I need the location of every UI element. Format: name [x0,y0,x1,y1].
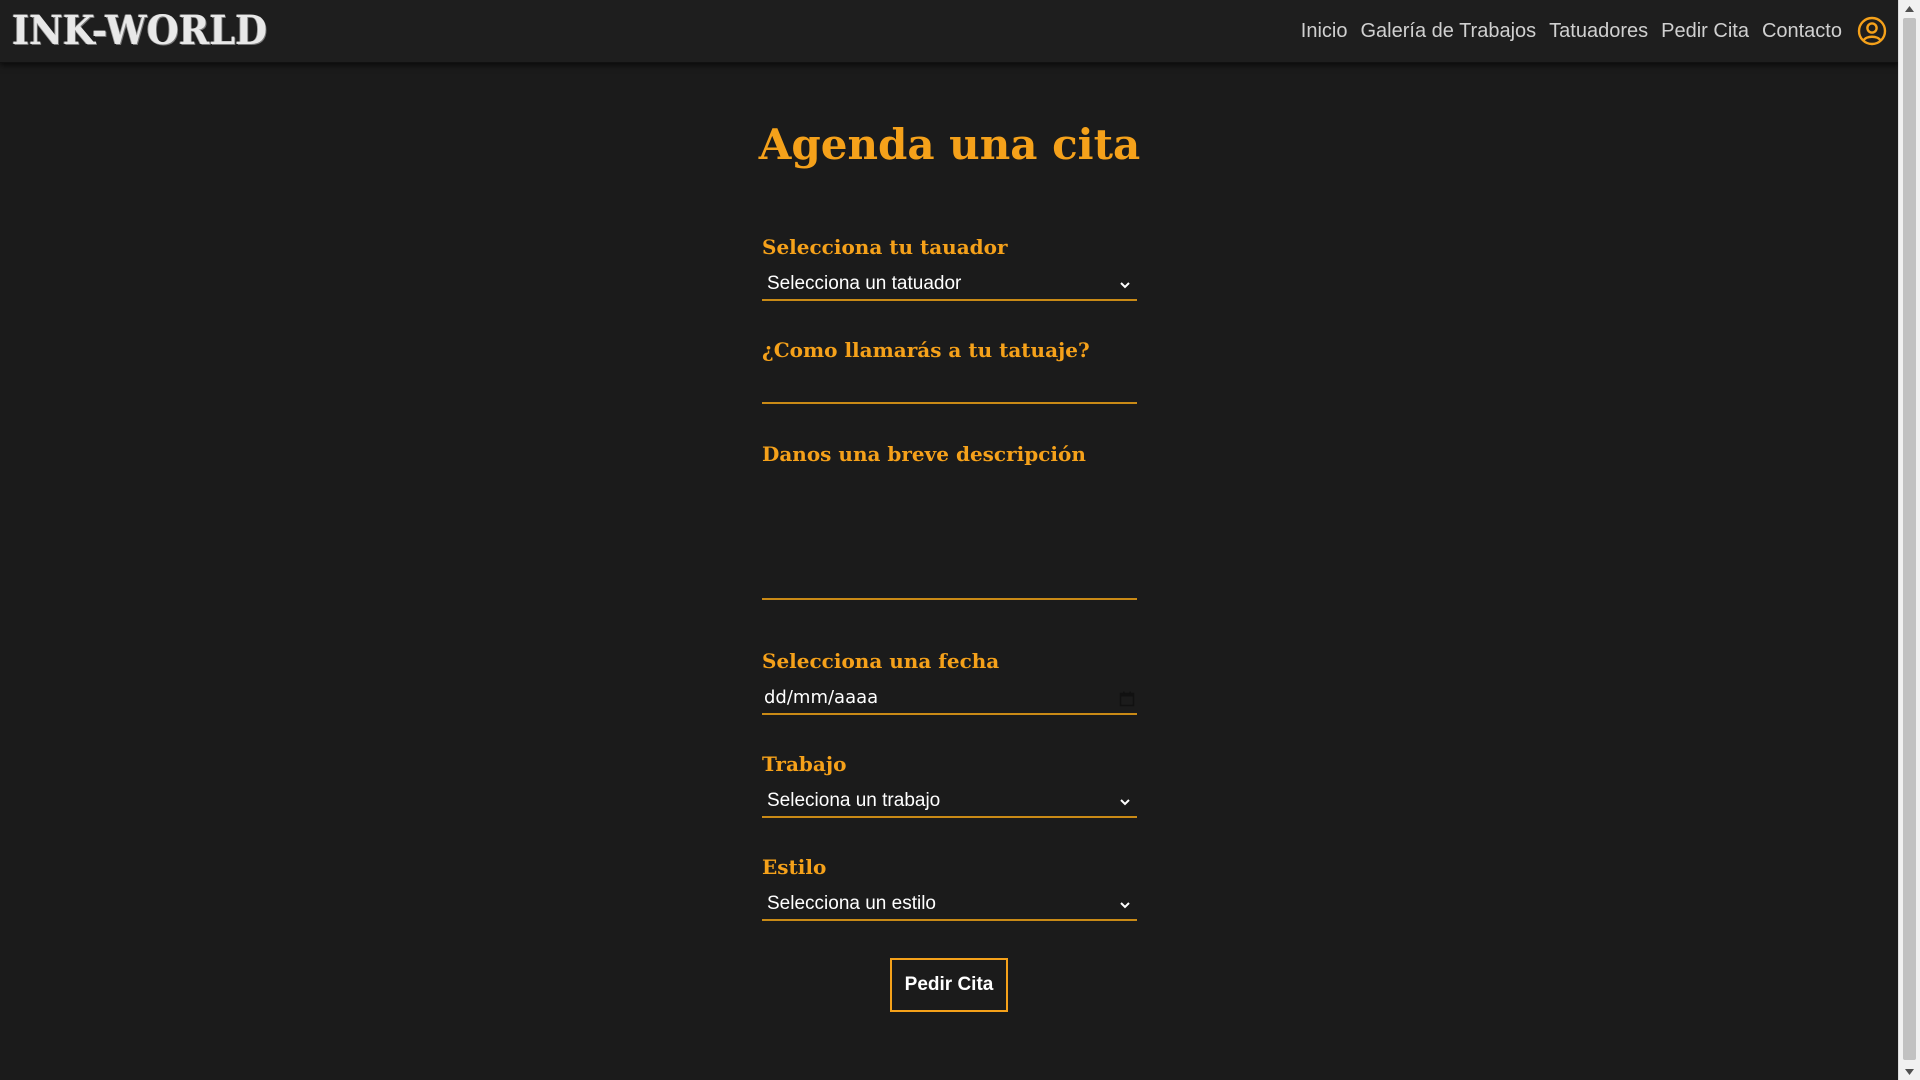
style-select[interactable]: Selecciona un estilo [762,890,1137,921]
tattooist-select-value: Selecciona un tatuador [767,273,962,294]
job-select[interactable]: Seleciona un trabajo [762,787,1137,818]
page: INK-WORLD Inicio Galería de Trabajos Tat… [0,0,1920,1080]
nav-link-pedir-cita[interactable]: Pedir Cita [1661,20,1749,43]
navbar: INK-WORLD Inicio Galería de Trabajos Tat… [0,0,1899,63]
description-label: Danos una breve descripción [762,442,1086,466]
style-select-value: Selecciona un estilo [767,893,936,914]
chevron-down-icon [1120,902,1130,909]
nav-links: Inicio Galería de Trabajos Tatuadores Pe… [1301,0,1887,62]
tattooist-select[interactable]: Selecciona un tatuador [762,270,1137,301]
user-circle-icon[interactable] [1857,16,1887,46]
scroll-down-arrow-icon[interactable] [1899,1063,1920,1080]
nav-link-tatuadores[interactable]: Tatuadores [1549,20,1648,43]
site-logo[interactable]: INK-WORLD [12,7,267,54]
pedir-cita-button[interactable]: Pedir Cita [890,958,1008,1012]
date-label: Selecciona una fecha [762,649,1000,673]
tattoo-name-label: ¿Como llamarás a tu tatuaje? [762,338,1090,362]
nav-link-contacto[interactable]: Contacto [1762,20,1842,43]
chevron-down-icon [1120,799,1130,806]
job-select-value: Seleciona un trabajo [767,790,941,811]
tattooist-label: Selecciona tu tauador [762,235,1008,259]
vertical-scrollbar[interactable] [1898,0,1920,1080]
date-placeholder: dd/mm/aaaa [764,687,879,708]
description-textarea[interactable] [762,482,1137,600]
date-input[interactable]: dd/mm/aaaa [762,684,1137,715]
scroll-up-arrow-icon[interactable] [1899,0,1920,17]
tattoo-name-input[interactable] [762,373,1137,404]
calendar-icon[interactable] [1119,691,1135,707]
style-label: Estilo [762,855,827,879]
nav-link-galeria[interactable]: Galería de Trabajos [1361,20,1537,43]
nav-link-inicio[interactable]: Inicio [1301,20,1348,43]
chevron-down-icon [1120,282,1130,289]
scrollbar-thumb[interactable] [1903,18,1916,1060]
page-title: Agenda una cita [758,120,1141,169]
job-label: Trabajo [762,752,847,776]
